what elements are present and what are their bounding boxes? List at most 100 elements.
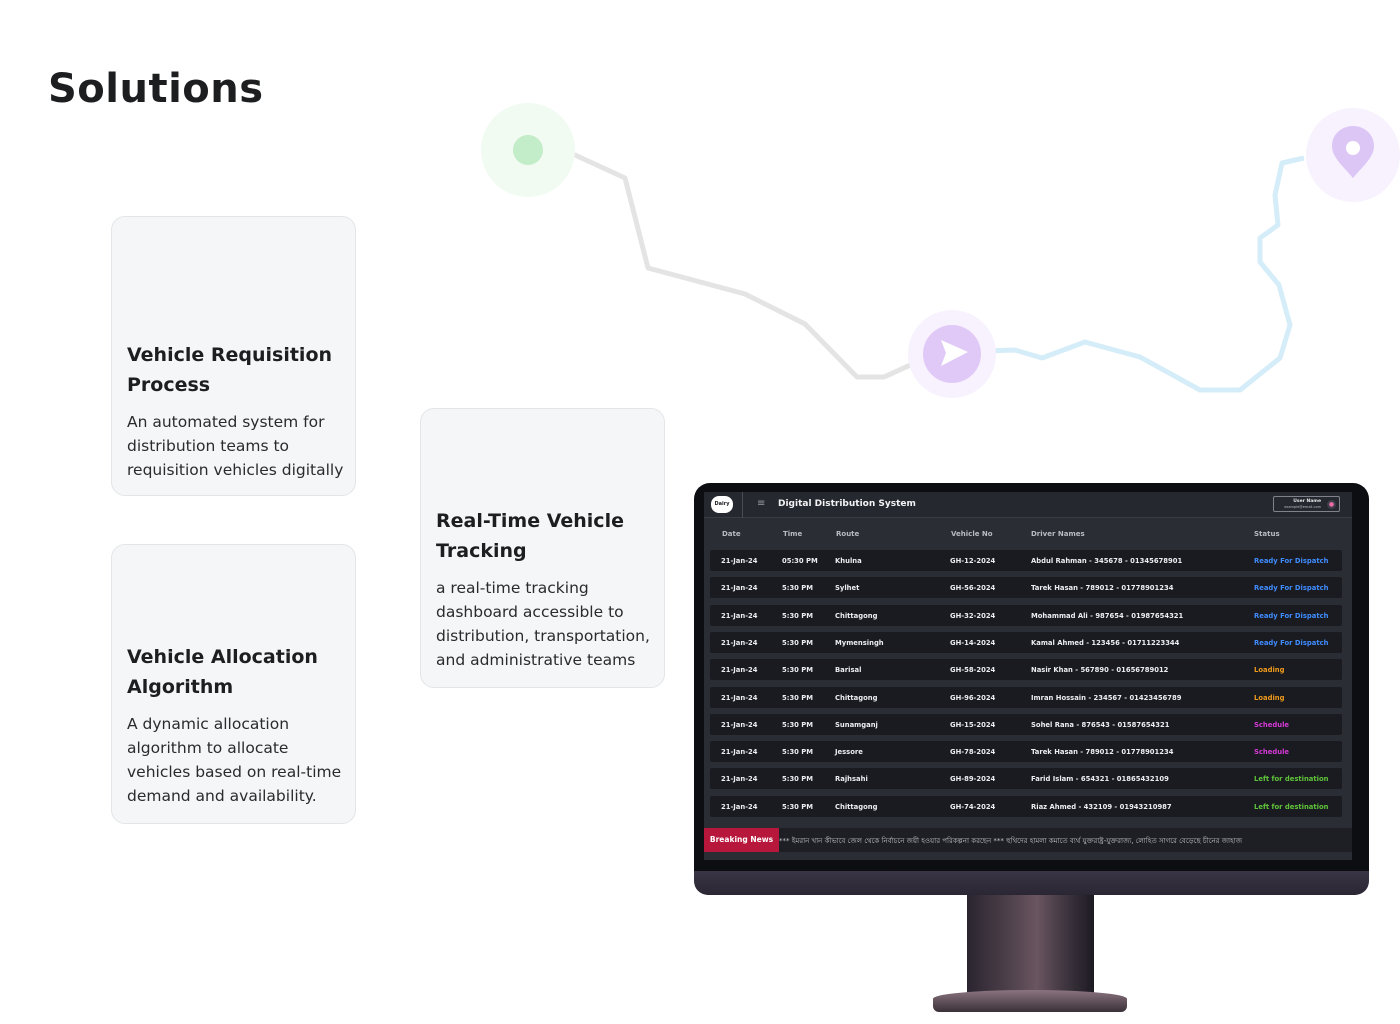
cell-status: Ready For Dispatch: [1254, 611, 1329, 620]
cell-date: 21-Jan-24: [721, 611, 758, 620]
location-pin-icon: [1306, 108, 1400, 202]
cell-date: 21-Jan-24: [721, 584, 758, 593]
card-title: Real-Time Vehicle Tracking: [436, 510, 624, 562]
cell-date: 21-Jan-24: [721, 693, 758, 702]
cell-route: Khulna: [835, 557, 862, 565]
user-menu[interactable]: User Name example@email.com ●: [1273, 496, 1340, 512]
cell-date: 21-Jan-24: [721, 720, 758, 729]
column-header-date[interactable]: Date: [722, 530, 741, 538]
breaking-news-label: Breaking News: [704, 828, 779, 852]
cell-vehicle: GH-74-2024: [950, 802, 996, 811]
table-row[interactable]: 21-Jan-24 5:30 PM Sunamganj GH-15-2024 Sohel…: [710, 713, 1342, 735]
cell-driver: Riaz Ahmed - 432109 - 01943210987: [1031, 802, 1172, 811]
cell-status: Loading: [1254, 693, 1285, 702]
card-title: Vehicle Requisition Process: [127, 344, 333, 396]
cell-route: Chittagong: [835, 693, 878, 702]
cell-driver: Nasir Khan - 567890 - 01656789012: [1031, 666, 1169, 675]
table-row[interactable]: 21-Jan-24 5:30 PM Chittagong GH-74-2024 Riaz…: [710, 795, 1342, 817]
cell-status: Schedule: [1254, 748, 1290, 757]
ticker-text: *** ইমরান খান কীভাবে জেল থেকে নির্বাচনে …: [779, 837, 1243, 845]
cell-driver: Farid Islam - 654321 - 01865432109: [1031, 775, 1169, 784]
feature-card-tracking: Real-Time Vehicle Tracking a real-time t…: [420, 408, 665, 688]
cell-vehicle: GH-78-2024: [950, 748, 996, 757]
cell-vehicle: GH-15-2024: [950, 720, 996, 729]
cell-route: Chittagong: [835, 611, 878, 620]
card-description: a real-time tracking dashboard accessibl…: [436, 579, 650, 669]
cell-time: 5:30 PM: [782, 748, 814, 757]
cell-status: Schedule: [1254, 720, 1290, 729]
cell-time: 5:30 PM: [782, 638, 814, 647]
cell-driver: Tarek Hasan - 789012 - 01778901234: [1031, 584, 1174, 593]
table-row[interactable]: 21-Jan-24 05:30 PM Khulna GH-12-2024 Abdul R…: [710, 550, 1342, 571]
cell-status: Left for destination: [1254, 775, 1329, 784]
monitor-stand-base: [933, 990, 1127, 1012]
cell-time: 5:30 PM: [782, 720, 814, 729]
cell-status: Ready For Dispatch: [1254, 557, 1329, 565]
play-icon: [908, 310, 996, 398]
news-ticker: Breaking News *** ইমরান খান কীভাবে জেল থ…: [704, 828, 1352, 852]
cell-route: Jessore: [835, 748, 863, 757]
feature-card-allocation: Vehicle Allocation Algorithm A dynamic a…: [111, 544, 356, 824]
cell-route: Mymensingh: [835, 638, 884, 647]
cell-status: Ready For Dispatch: [1254, 584, 1329, 593]
cell-route: Sylhet: [835, 584, 860, 593]
app-title: Digital Distribution System: [778, 499, 916, 509]
cell-time: 05:30 PM: [782, 557, 818, 565]
table-row[interactable]: 21-Jan-24 5:30 PM Chittagong GH-32-2024 Moha…: [710, 604, 1342, 626]
column-header-vehicle[interactable]: Vehicle No: [951, 530, 993, 538]
cell-driver: Mohammad Ali - 987654 - 01987654321: [1031, 611, 1184, 620]
cell-vehicle: GH-89-2024: [950, 775, 996, 784]
cell-route: Sunamganj: [835, 720, 878, 729]
route-path-remaining: [951, 155, 1305, 393]
cell-driver: Sohel Rana - 876543 - 01587654321: [1031, 720, 1170, 729]
cell-driver: Imran Hossain - 234567 - 01423456789: [1031, 693, 1182, 702]
cell-date: 21-Jan-24: [721, 802, 758, 811]
cell-driver: Abdul Rahman - 345678 - 01345678901: [1031, 557, 1183, 565]
app-header: Dairy ≡ Digital Distribution System User…: [704, 492, 1352, 518]
column-header-status[interactable]: Status: [1254, 530, 1280, 538]
cell-status: Ready For Dispatch: [1254, 638, 1329, 647]
table-row[interactable]: 21-Jan-24 5:30 PM Sylhet GH-56-2024 Tarek Ha…: [710, 577, 1342, 599]
cell-vehicle: GH-58-2024: [950, 666, 996, 675]
cell-status: Loading: [1254, 666, 1285, 675]
cell-route: Barisal: [835, 666, 862, 675]
card-title: Vehicle Allocation Algorithm: [127, 646, 318, 698]
cell-date: 21-Jan-24: [721, 638, 758, 647]
cell-vehicle: GH-96-2024: [950, 693, 996, 702]
app-logo[interactable]: Dairy: [711, 496, 733, 513]
cell-date: 21-Jan-24: [721, 666, 758, 675]
route-path-traveled: [527, 147, 954, 380]
cell-time: 5:30 PM: [782, 584, 814, 593]
start-dot-icon: [481, 103, 575, 197]
table-row[interactable]: 21-Jan-24 5:30 PM Chittagong GH-96-2024 Imra…: [710, 686, 1342, 708]
cell-time: 5:30 PM: [782, 802, 814, 811]
user-name: User Name: [1293, 499, 1321, 504]
cell-time: 5:30 PM: [782, 693, 814, 702]
column-header-driver[interactable]: Driver Names: [1031, 530, 1085, 538]
cell-vehicle: GH-14-2024: [950, 638, 996, 647]
dashboard-screen: Dairy ≡ Digital Distribution System User…: [704, 492, 1352, 860]
cell-route: Chittagong: [835, 802, 878, 811]
column-header-time[interactable]: Time: [783, 530, 802, 538]
cell-date: 21-Jan-24: [721, 775, 758, 784]
cell-vehicle: GH-32-2024: [950, 611, 996, 620]
cell-route: Rajhsahi: [835, 775, 868, 784]
table-row[interactable]: 21-Jan-24 5:30 PM Rajhsahi GH-89-2024 Farid …: [710, 768, 1342, 790]
cell-status: Left for destination: [1254, 802, 1329, 811]
table-row[interactable]: 21-Jan-24 5:30 PM Mymensingh GH-14-2024 Kama…: [710, 631, 1342, 653]
table-row[interactable]: 21-Jan-24 5:30 PM Jessore GH-78-2024 Tarek H…: [710, 741, 1342, 763]
column-header-route[interactable]: Route: [836, 530, 859, 538]
table-row[interactable]: 21-Jan-24 5:30 PM Barisal GH-58-2024 Nasir K…: [710, 659, 1342, 681]
header-divider: [742, 492, 743, 518]
user-email: example@email.com: [1284, 505, 1321, 509]
cell-driver: Kamal Ahmed - 123456 - 01711223344: [1031, 638, 1180, 647]
card-description: A dynamic allocation algorithm to alloca…: [127, 715, 342, 805]
cell-time: 5:30 PM: [782, 775, 814, 784]
hamburger-icon[interactable]: ≡: [757, 498, 765, 509]
cell-time: 5:30 PM: [782, 666, 814, 675]
card-description: An automated system for distribution tea…: [127, 413, 344, 479]
cell-date: 21-Jan-24: [721, 748, 758, 757]
feature-card-requisition: Vehicle Requisition Process An automated…: [111, 216, 356, 496]
monitor-chin: [694, 871, 1369, 895]
cell-vehicle: GH-12-2024: [950, 557, 996, 565]
